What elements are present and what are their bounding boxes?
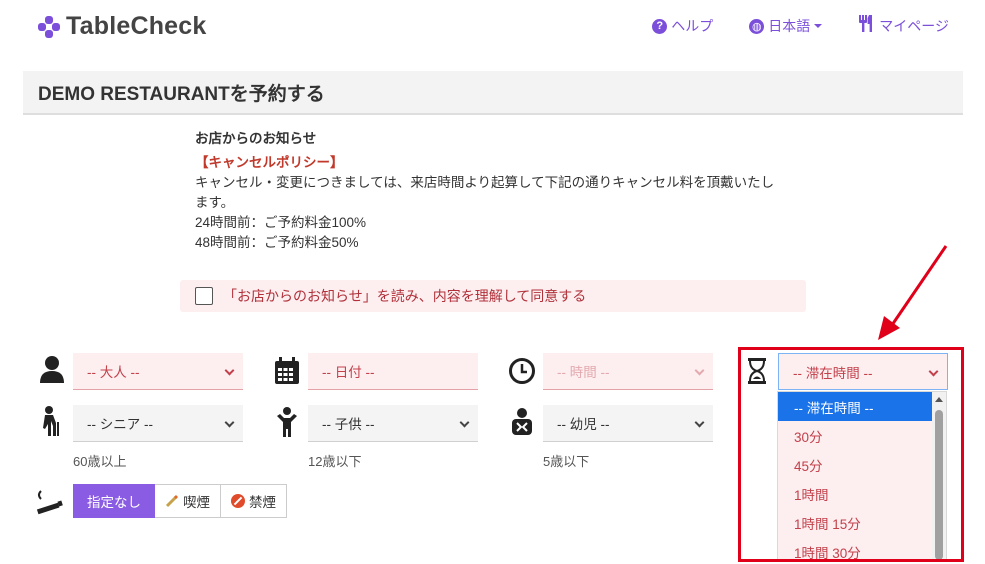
infant-select-value: -- 幼児 --: [557, 417, 610, 432]
logo-mark-icon: [38, 15, 60, 38]
clock-icon: [507, 356, 537, 386]
adults-select-value: -- 大人 --: [87, 365, 140, 380]
restaurant-notice: お店からのお知らせ 【キャンセルポリシー】 キャンセル・変更につきましては、来店…: [195, 129, 795, 253]
nav-mypage[interactable]: マイページ: [858, 15, 949, 37]
agree-label: 「お店からのお知らせ」を読み、内容を理解して同意する: [223, 288, 587, 304]
nav-help-label: ヘルプ: [671, 18, 714, 34]
senior-hint: 60歳以上: [73, 454, 127, 469]
notice-heading: お店からのお知らせ: [195, 131, 317, 146]
chevron-down-icon: [694, 365, 705, 376]
agree-checkbox[interactable]: [195, 287, 213, 305]
annotation-highlight-box: [738, 347, 964, 562]
smoking-any-button[interactable]: 指定なし: [73, 484, 155, 518]
chevron-down-icon: [459, 417, 470, 428]
non-smoking-label: 禁煙: [249, 495, 276, 510]
infant-hint: 5歳以下: [543, 454, 590, 469]
chevron-down-icon: [224, 417, 235, 428]
chevron-down-icon: [814, 24, 823, 28]
time-select[interactable]: -- 時間 --: [543, 353, 713, 390]
senior-select-value: -- シニア --: [87, 417, 153, 432]
nav-language-label: 日本語: [768, 18, 811, 34]
nav-help[interactable]: ? ヘルプ: [652, 16, 713, 36]
fork-knife-icon: [858, 15, 874, 37]
smoking-allowed-button[interactable]: 喫煙: [155, 484, 221, 518]
infant-select[interactable]: -- 幼児 --: [543, 405, 713, 442]
smoking-allowed-label: 喫煙: [183, 495, 210, 510]
top-nav: ? ヘルプ ◍ 日本語 マイページ: [652, 15, 949, 37]
chevron-down-icon: [694, 417, 705, 428]
cancel-policy-24h: 24時間前：ご予約料金100%: [195, 215, 367, 230]
cigarette-icon: [165, 494, 179, 508]
date-input[interactable]: -- 日付 --: [308, 353, 478, 390]
child-select[interactable]: -- 子供 --: [308, 405, 478, 442]
cancel-policy-48h: 48時間前：ご予約料金50%: [195, 235, 359, 250]
globe-icon: ◍: [749, 18, 765, 34]
annotation-arrow: [878, 245, 948, 340]
person-icon: [37, 354, 67, 384]
logo-text: TableCheck: [66, 12, 207, 40]
no-smoking-icon: [231, 494, 245, 508]
time-select-value: -- 時間 --: [557, 365, 610, 380]
page-title-bar: DEMO RESTAURANTを予約する: [23, 71, 963, 115]
non-smoking-button[interactable]: 禁煙: [221, 484, 287, 518]
smoking-icon: [35, 487, 65, 517]
date-input-value: -- 日付 --: [322, 365, 375, 380]
help-icon: ?: [652, 18, 668, 34]
child-hint: 12歳以下: [308, 454, 362, 469]
page-title: DEMO RESTAURANTを予約する: [38, 83, 325, 105]
cancel-policy-body: キャンセル・変更につきましては、来店時間より起算して下記の通りキャンセル料を頂戴…: [195, 175, 775, 210]
nav-mypage-label: マイページ: [879, 18, 949, 34]
chevron-down-icon: [224, 365, 235, 376]
cancel-policy-title: 【キャンセルポリシー】: [195, 155, 344, 170]
agree-notice-row[interactable]: 「お店からのお知らせ」を読み、内容を理解して同意する: [180, 280, 806, 312]
calendar-icon: [272, 356, 302, 386]
nav-language[interactable]: ◍ 日本語: [749, 16, 823, 36]
smoking-any-label: 指定なし: [87, 495, 141, 510]
smoking-toggle-group: 指定なし 喫煙 禁煙: [73, 484, 287, 518]
senior-select[interactable]: -- シニア --: [73, 405, 243, 442]
tablecheck-logo[interactable]: TableCheck: [38, 12, 206, 41]
child-select-value: -- 子供 --: [322, 417, 375, 432]
infant-icon: [507, 407, 537, 437]
adults-select[interactable]: -- 大人 --: [73, 353, 243, 390]
senior-icon: [37, 406, 67, 436]
child-icon: [272, 407, 302, 437]
